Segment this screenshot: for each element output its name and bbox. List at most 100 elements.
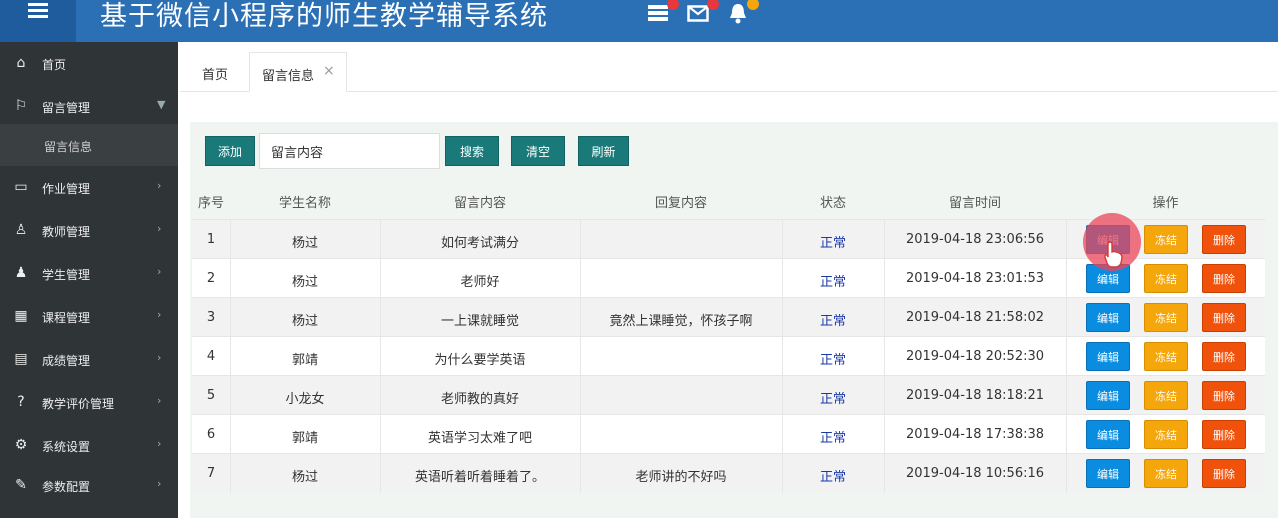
sidebar-item-parameter-config[interactable]: ✎ 参数配置 › [0, 464, 178, 507]
chevron-right-icon: › [157, 222, 162, 235]
column-divider [580, 259, 581, 298]
table-row: 4 郭靖 为什么要学英语 正常 2019-04-18 20:52:30 编辑 冻结 删除 [192, 336, 1265, 376]
menu-icon-bar [28, 15, 48, 18]
sidebar-item-label: 学生管理 [42, 268, 91, 282]
freeze-button[interactable]: 冻结 [1144, 225, 1188, 254]
column-header-student: 学生名称 [278, 196, 331, 211]
delete-button[interactable]: 删除 [1202, 303, 1246, 332]
edit-button[interactable]: 编辑 [1086, 381, 1130, 410]
window-icon: ▭ [14, 179, 28, 195]
users-icon: ♟ [14, 265, 28, 281]
user-icon: ♙ [14, 222, 28, 238]
delete-button[interactable]: 删除 [1202, 381, 1246, 410]
add-button[interactable]: 添加 [205, 136, 255, 166]
freeze-button[interactable]: 冻结 [1144, 459, 1188, 488]
sidebar-item-message-management[interactable]: ⚐ 留言管理 ▼ [0, 85, 178, 128]
sidebar-item-system-settings[interactable]: ⚙ 系统设置 › [0, 424, 178, 467]
help-icon: ? [17, 394, 25, 410]
delete-button[interactable]: 删除 [1202, 459, 1246, 488]
sidebar: ⌂ 首页 ⚐ 留言管理 ▼ 留言信息 ▭ 作业管理 › ♙ 教师管理 › ♟ 学… [0, 42, 178, 518]
column-divider [580, 376, 581, 415]
delete-button[interactable]: 删除 [1202, 264, 1246, 293]
freeze-button[interactable]: 冻结 [1144, 303, 1188, 332]
tasks-icon[interactable] [647, 0, 679, 26]
home-icon: ⌂ [16, 55, 26, 71]
cell-student: 杨过 [291, 275, 318, 290]
menu-icon-bar [28, 9, 48, 12]
edit-button[interactable]: 编辑 [1086, 342, 1130, 371]
sidebar-item-label: 教学评价管理 [42, 397, 115, 411]
sidebar-item-home[interactable]: ⌂ 首页 [0, 42, 178, 85]
freeze-button[interactable]: 冻结 [1144, 381, 1188, 410]
bell-icon[interactable] [727, 0, 759, 26]
cell-no: 7 [206, 466, 216, 481]
envelope-icon[interactable] [687, 0, 719, 26]
cell-no: 2 [206, 271, 216, 286]
menu-toggle-button[interactable] [0, 0, 76, 42]
cell-student: 小龙女 [285, 392, 325, 407]
freeze-button[interactable]: 冻结 [1144, 342, 1188, 371]
delete-button[interactable]: 删除 [1202, 342, 1246, 371]
table-row: 5 小龙女 老师教的真好 正常 2019-04-18 18:18:21 编辑 冻结 删除 [192, 375, 1265, 415]
chevron-right-icon: › [157, 351, 162, 364]
close-icon[interactable]: × [323, 63, 335, 79]
sidebar-item-label: 留言管理 [42, 101, 91, 115]
tab-label: 首页 [202, 68, 229, 83]
edit-button[interactable]: 编辑 [1086, 420, 1130, 449]
table-row: 6 郭靖 英语学习太难了吧 正常 2019-04-18 17:38:38 编辑 冻结 删除 [192, 414, 1265, 454]
cell-no: 4 [206, 349, 216, 364]
cell-status: 正常 [819, 275, 846, 290]
delete-button[interactable]: 删除 [1202, 420, 1246, 449]
sidebar-item-teacher-management[interactable]: ♙ 教师管理 › [0, 209, 178, 252]
column-header-time: 留言时间 [948, 196, 1001, 211]
freeze-button[interactable]: 冻结 [1144, 420, 1188, 449]
refresh-button[interactable]: 刷新 [578, 136, 629, 166]
flag-icon: ⚐ [14, 98, 28, 114]
cell-reply: 竟然上课睡觉，怀孩子啊 [609, 314, 753, 329]
clear-button[interactable]: 清空 [511, 136, 565, 166]
column-divider [1066, 220, 1067, 259]
cell-no: 1 [206, 232, 216, 247]
app-title: 基于微信小程序的师生教学辅导系统 [100, 1, 548, 32]
envelope-badge [707, 0, 719, 10]
cell-no: 5 [206, 388, 216, 403]
cell-student: 郭靖 [291, 353, 318, 368]
cell-time: 2019-04-18 23:01:53 [905, 271, 1045, 286]
tab-home[interactable]: 首页 [190, 52, 240, 92]
cell-status: 正常 [819, 353, 846, 368]
search-input[interactable] [259, 133, 440, 169]
sidebar-item-student-management[interactable]: ♟ 学生管理 › [0, 252, 178, 295]
cell-content: 老师好 [460, 275, 500, 290]
column-divider [580, 415, 581, 454]
edit-button[interactable]: 编辑 [1086, 459, 1130, 488]
sidebar-item-label: 成绩管理 [42, 354, 91, 368]
sidebar-item-label: 教师管理 [42, 225, 91, 239]
search-button[interactable]: 搜索 [445, 136, 499, 166]
sidebar-subitem-message-info[interactable]: 留言信息 [0, 124, 178, 166]
cell-time: 2019-04-18 23:06:56 [905, 232, 1045, 247]
sidebar-item-label: 作业管理 [42, 182, 91, 196]
sidebar-item-label: 首页 [42, 58, 67, 72]
tab-message-info[interactable]: 留言信息 × [249, 52, 347, 92]
sidebar-item-course-management[interactable]: ▦ 课程管理 › [0, 295, 178, 338]
calendar-icon: ▦ [14, 308, 28, 324]
caret-down-icon: ▼ [157, 98, 166, 111]
chevron-right-icon: › [157, 308, 162, 321]
cell-status: 正常 [819, 236, 846, 251]
gears-icon: ⚙ [14, 437, 28, 453]
column-header-reply: 回复内容 [654, 196, 707, 211]
sidebar-item-grade-management[interactable]: ▤ 成绩管理 › [0, 338, 178, 381]
cell-time: 2019-04-18 21:58:02 [905, 310, 1045, 325]
chevron-right-icon: › [157, 179, 162, 192]
sidebar-item-homework-management[interactable]: ▭ 作业管理 › [0, 166, 178, 209]
sidebar-item-label: 课程管理 [42, 311, 91, 325]
column-divider [1066, 415, 1067, 454]
sidebar-item-teaching-evaluation[interactable]: ? 教学评价管理 › [0, 381, 178, 424]
cell-content: 为什么要学英语 [434, 353, 526, 368]
freeze-button[interactable]: 冻结 [1144, 264, 1188, 293]
cell-time: 2019-04-18 20:52:30 [905, 349, 1045, 364]
edit-button[interactable]: 编辑 [1086, 303, 1130, 332]
wrench-icon: ✎ [15, 477, 27, 493]
column-divider [1066, 376, 1067, 415]
delete-button[interactable]: 删除 [1202, 225, 1246, 254]
